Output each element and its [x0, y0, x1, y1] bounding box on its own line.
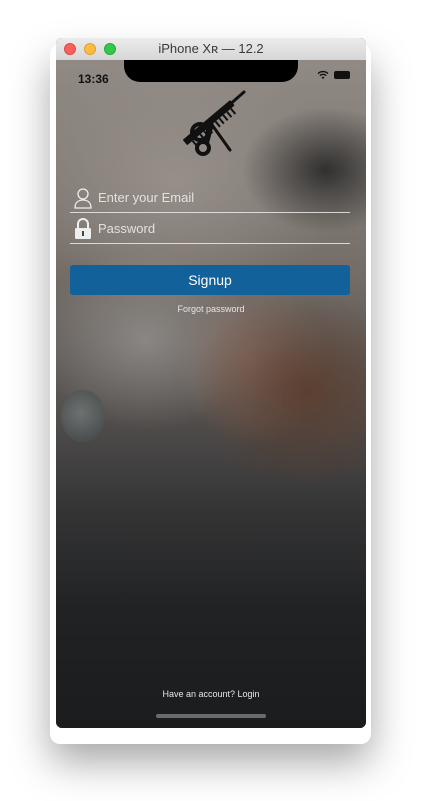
user-icon [74, 188, 92, 209]
device-screen: 13:36 Enter your Email Password Signup F… [56, 60, 366, 728]
email-field[interactable]: Enter your Email [70, 184, 350, 213]
password-placeholder: Password [98, 221, 156, 236]
title-bar: iPhone Xʀ — 12.2 [56, 38, 366, 61]
status-icons [317, 70, 350, 80]
email-placeholder: Enter your Email [98, 190, 195, 205]
simulator-window: iPhone Xʀ — 12.2 13:36 Enter your Email … [56, 38, 366, 728]
device-notch [124, 60, 298, 82]
window-title: iPhone Xʀ — 12.2 [158, 41, 264, 56]
lock-icon [75, 218, 91, 239]
background-overlay [56, 60, 366, 728]
password-field[interactable]: Password [70, 215, 350, 244]
home-indicator[interactable] [156, 714, 266, 718]
wifi-icon [317, 70, 329, 79]
forgot-password-link[interactable]: Forgot password [56, 304, 366, 314]
login-link[interactable]: Have an account? Login [56, 689, 366, 699]
battery-icon [334, 71, 350, 79]
status-time: 13:36 [78, 72, 109, 86]
signup-button[interactable]: Signup [70, 265, 350, 295]
scissors-comb-icon [183, 90, 246, 156]
